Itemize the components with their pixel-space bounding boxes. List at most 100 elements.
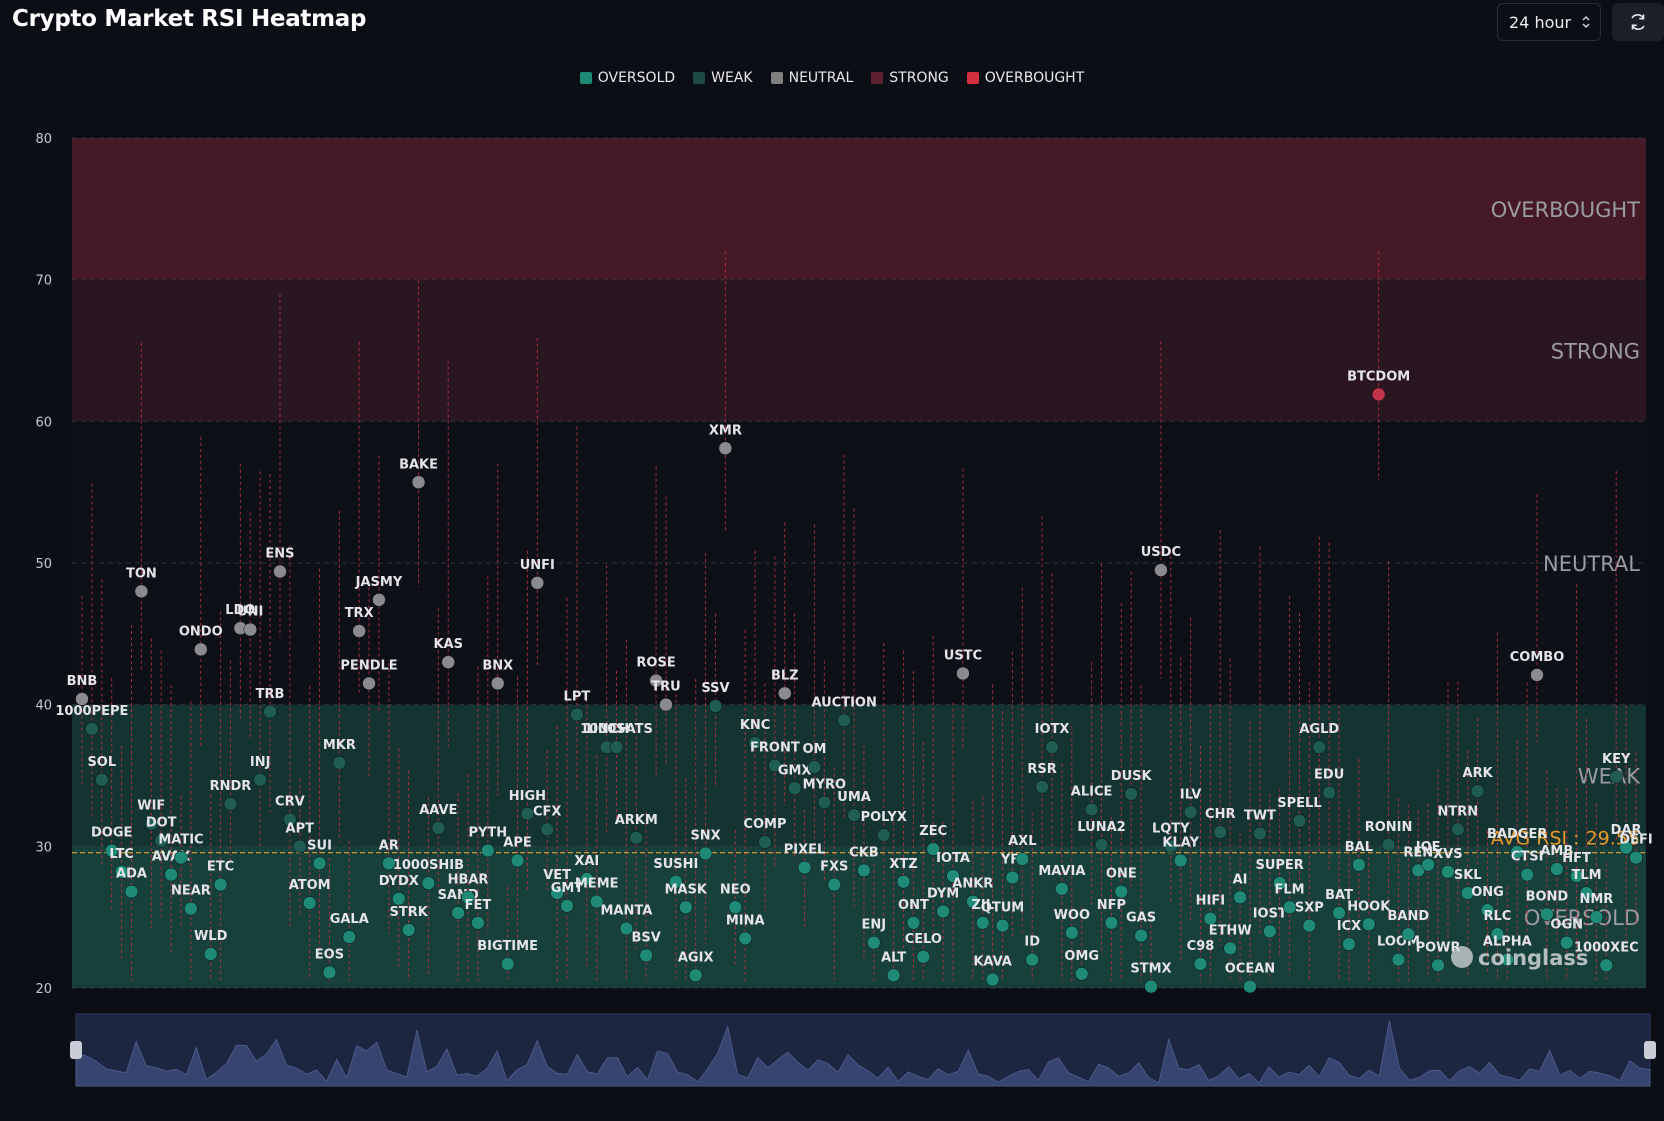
coin-label: MASK bbox=[665, 882, 708, 897]
data-point bbox=[1371, 387, 1386, 402]
coin-label: RONIN bbox=[1365, 820, 1413, 835]
data-point bbox=[342, 930, 356, 944]
coin-label: LQTY bbox=[1152, 821, 1190, 836]
coin-label: WLD bbox=[194, 929, 228, 944]
data-point bbox=[95, 773, 109, 787]
data-point bbox=[391, 892, 406, 906]
coin-label: EOS bbox=[315, 947, 344, 962]
data-point bbox=[421, 876, 436, 890]
coin-label: FET bbox=[465, 898, 492, 913]
coin-label: AR bbox=[379, 838, 399, 853]
slider-handle-left[interactable] bbox=[70, 1041, 82, 1059]
data-point bbox=[411, 475, 426, 489]
data-point bbox=[1629, 850, 1643, 865]
data-point bbox=[1233, 890, 1247, 905]
data-point bbox=[451, 906, 465, 920]
data-point bbox=[708, 699, 723, 713]
coin-label: AXL bbox=[1008, 834, 1036, 849]
data-point bbox=[876, 828, 891, 842]
coin-label: USDC bbox=[1141, 545, 1181, 560]
coin-label: KAS bbox=[433, 637, 463, 652]
data-point bbox=[698, 846, 713, 861]
data-point bbox=[639, 948, 653, 963]
coin-label: DOT bbox=[146, 816, 177, 831]
data-point bbox=[1312, 740, 1327, 754]
data-point bbox=[1114, 884, 1129, 899]
data-point bbox=[1104, 916, 1119, 930]
coin-label: GAS bbox=[1126, 911, 1156, 926]
data-point bbox=[1381, 838, 1396, 852]
coin-label: CHR bbox=[1205, 807, 1235, 822]
coin-label: KNC bbox=[740, 718, 771, 733]
coin-label: TRB bbox=[256, 687, 285, 702]
data-point bbox=[372, 593, 386, 607]
data-point bbox=[1154, 563, 1168, 577]
data-point bbox=[1035, 780, 1049, 794]
zone-label-neutral: NEUTRAL bbox=[1543, 552, 1640, 576]
coin-label: SXP bbox=[1295, 901, 1324, 916]
coin-label: WOO bbox=[1054, 908, 1090, 923]
y-tick-label: 20 bbox=[35, 982, 52, 997]
coin-label: MATIC bbox=[158, 833, 203, 848]
coin-label: ZEC bbox=[919, 824, 947, 839]
coin-label: STRK bbox=[389, 905, 428, 920]
coin-label: BOND bbox=[1526, 889, 1569, 904]
data-point bbox=[916, 950, 931, 964]
coin-label: COMP bbox=[743, 817, 786, 832]
y-tick-label: 50 bbox=[35, 557, 52, 572]
data-point bbox=[1401, 927, 1416, 941]
coin-label: 1000SATS bbox=[580, 722, 653, 737]
coin-label: APE bbox=[503, 836, 531, 851]
coin-label: APT bbox=[286, 821, 315, 836]
data-point bbox=[530, 576, 545, 590]
y-tick-label: 70 bbox=[35, 274, 52, 289]
coin-label: HIFI bbox=[1196, 894, 1225, 909]
coin-label: FLM bbox=[1275, 882, 1305, 897]
data-point bbox=[936, 904, 950, 919]
coin-label: ONDO bbox=[179, 624, 223, 639]
coin-label: 1000PEPE bbox=[55, 704, 128, 719]
data-point bbox=[886, 968, 901, 982]
coin-label: BLZ bbox=[771, 668, 799, 683]
coin-label: BNX bbox=[482, 658, 513, 673]
data-point bbox=[985, 972, 1000, 987]
coin-label: TWT bbox=[1244, 809, 1276, 824]
coin-label: TON bbox=[126, 566, 157, 581]
data-point bbox=[1213, 825, 1228, 839]
data-point bbox=[1530, 668, 1544, 682]
data-point bbox=[1391, 952, 1406, 967]
coin-label: ATOM bbox=[289, 878, 331, 893]
coin-label: SUI bbox=[307, 838, 332, 853]
coin-label: BTCDOM bbox=[1347, 369, 1410, 384]
data-point bbox=[1431, 958, 1445, 973]
slider-handle-right[interactable] bbox=[1644, 1041, 1656, 1059]
data-point bbox=[956, 666, 970, 681]
data-point bbox=[362, 676, 376, 691]
coin-label: CTSI bbox=[1511, 850, 1544, 865]
coin-label: MANTA bbox=[600, 904, 652, 919]
data-point bbox=[213, 877, 228, 892]
coin-label: TLM bbox=[1571, 868, 1601, 883]
coin-label: HBAR bbox=[448, 872, 489, 887]
data-point bbox=[302, 896, 317, 910]
data-point bbox=[1470, 784, 1485, 798]
coin-label: ENJ bbox=[862, 918, 887, 933]
data-point bbox=[1183, 805, 1198, 820]
coin-label: INJ bbox=[250, 755, 271, 770]
coin-label: AAVE bbox=[419, 803, 457, 818]
coin-label: UNFI bbox=[520, 558, 555, 573]
data-point bbox=[174, 850, 188, 865]
coin-label: RSR bbox=[1027, 762, 1056, 777]
zone-overbought bbox=[72, 138, 1646, 280]
coin-label: ANKR bbox=[952, 877, 993, 892]
data-point bbox=[164, 867, 178, 882]
coin-label: JASMY bbox=[355, 575, 403, 590]
coin-label: AGLD bbox=[1299, 722, 1339, 737]
coin-label: NTRN bbox=[1438, 804, 1479, 819]
data-point bbox=[995, 918, 1010, 933]
data-point bbox=[758, 835, 772, 849]
data-point bbox=[1045, 740, 1059, 754]
data-point bbox=[520, 807, 535, 821]
data-point bbox=[1074, 967, 1089, 981]
coin-label: ALICE bbox=[1071, 785, 1113, 800]
